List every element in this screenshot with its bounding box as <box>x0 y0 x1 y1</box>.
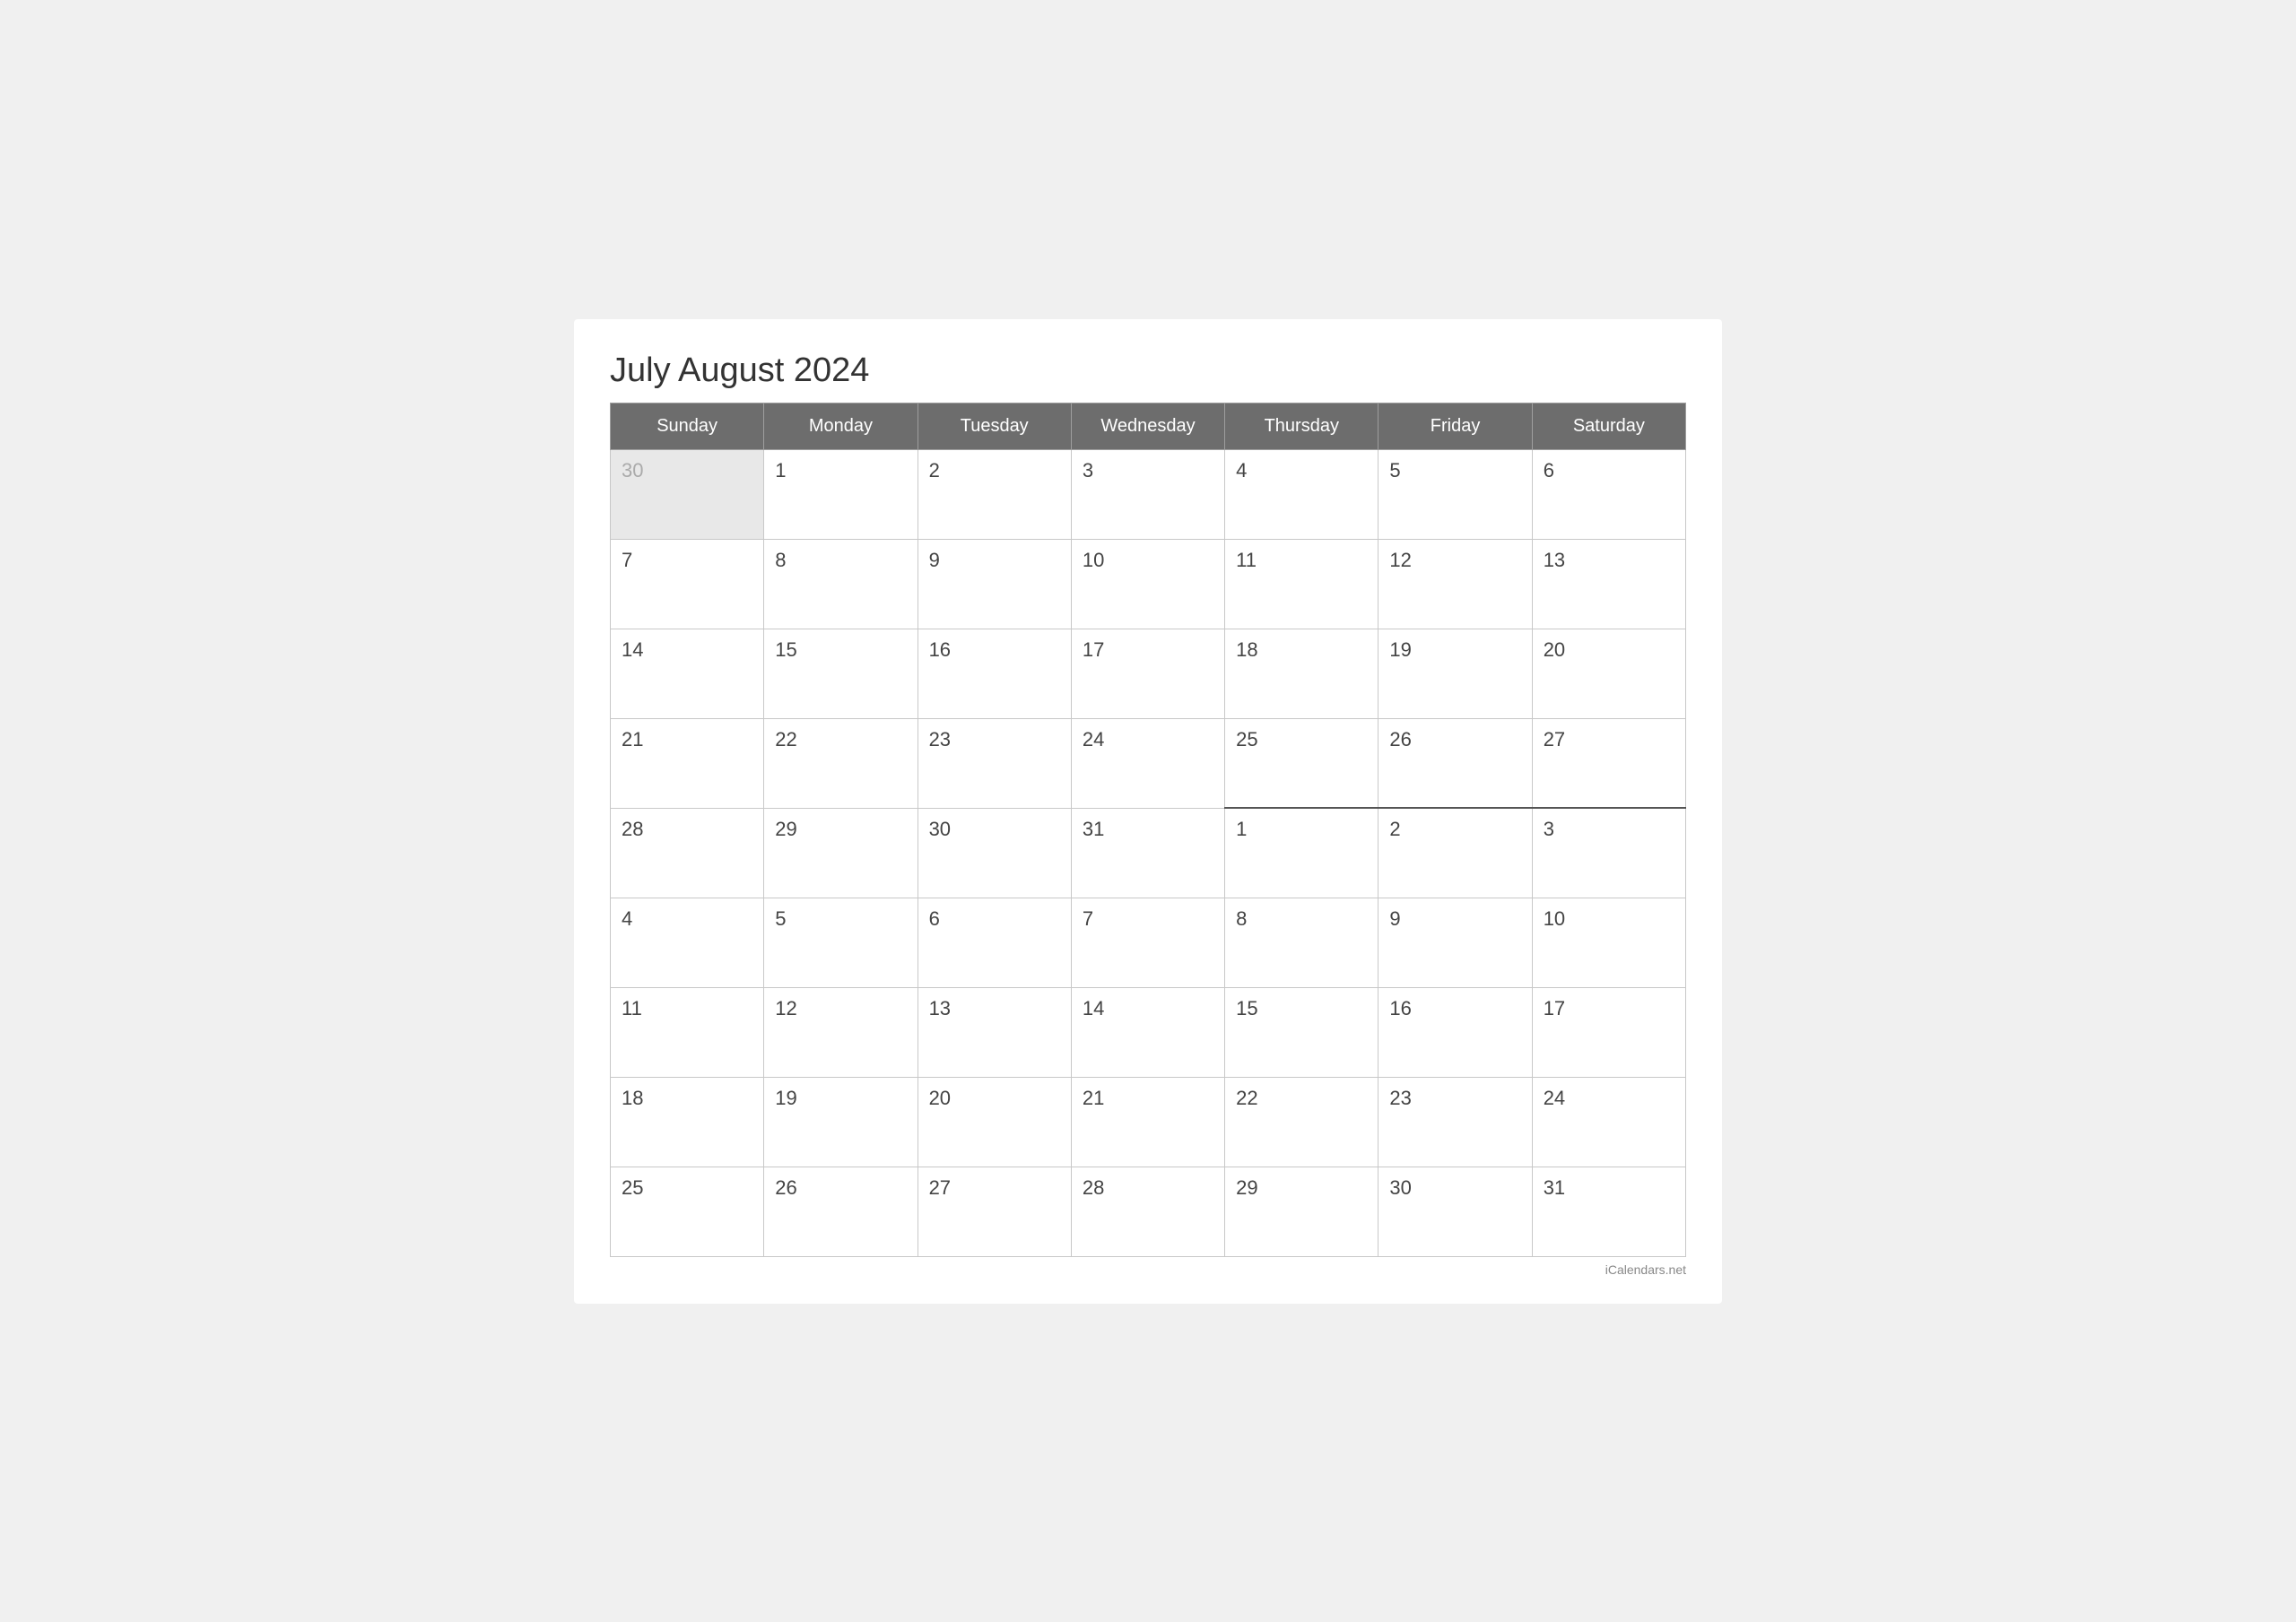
calendar-table: SundayMondayTuesdayWednesdayThursdayFrid… <box>610 403 1686 1257</box>
calendar-day-cell: 13 <box>1532 539 1685 629</box>
calendar-day-cell: 31 <box>1532 1167 1685 1256</box>
calendar-week-row: 11121314151617 <box>611 987 1686 1077</box>
calendar-day-cell: 17 <box>1532 987 1685 1077</box>
calendar-week-row: 18192021222324 <box>611 1077 1686 1167</box>
calendar-day-cell: 7 <box>611 539 764 629</box>
calendar-day-cell: 11 <box>1225 539 1378 629</box>
watermark: iCalendars.net <box>610 1262 1686 1277</box>
calendar-day-cell: 28 <box>611 808 764 898</box>
calendar-day-cell: 23 <box>918 718 1071 808</box>
header-cell-wednesday: Wednesday <box>1071 403 1224 449</box>
calendar-day-cell: 8 <box>1225 898 1378 987</box>
calendar-day-cell: 12 <box>1378 539 1532 629</box>
calendar-day-cell: 29 <box>764 808 918 898</box>
calendar-title: July August 2024 <box>610 351 1686 390</box>
calendar-day-cell: 30 <box>918 808 1071 898</box>
calendar-day-cell: 20 <box>918 1077 1071 1167</box>
calendar-week-row: 45678910 <box>611 898 1686 987</box>
calendar-week-row: 30123456 <box>611 449 1686 539</box>
calendar-day-cell: 6 <box>918 898 1071 987</box>
header-cell-monday: Monday <box>764 403 918 449</box>
header-cell-tuesday: Tuesday <box>918 403 1071 449</box>
calendar-day-cell: 9 <box>1378 898 1532 987</box>
calendar-day-cell: 16 <box>918 629 1071 718</box>
calendar-day-cell: 16 <box>1378 987 1532 1077</box>
calendar-day-cell: 22 <box>1225 1077 1378 1167</box>
calendar-day-cell: 1 <box>1225 808 1378 898</box>
calendar-day-cell: 7 <box>1071 898 1224 987</box>
calendar-week-row: 78910111213 <box>611 539 1686 629</box>
calendar-day-cell: 14 <box>611 629 764 718</box>
calendar-day-cell: 3 <box>1071 449 1224 539</box>
calendar-day-cell: 11 <box>611 987 764 1077</box>
calendar-day-cell: 14 <box>1071 987 1224 1077</box>
calendar-day-cell: 5 <box>1378 449 1532 539</box>
calendar-day-cell: 21 <box>611 718 764 808</box>
calendar-day-cell: 2 <box>918 449 1071 539</box>
header-cell-sunday: Sunday <box>611 403 764 449</box>
header-row: SundayMondayTuesdayWednesdayThursdayFrid… <box>611 403 1686 449</box>
calendar-day-cell: 4 <box>611 898 764 987</box>
calendar-day-cell: 31 <box>1071 808 1224 898</box>
calendar-day-cell: 30 <box>611 449 764 539</box>
calendar-day-cell: 24 <box>1532 1077 1685 1167</box>
calendar-week-row: 14151617181920 <box>611 629 1686 718</box>
calendar-day-cell: 23 <box>1378 1077 1532 1167</box>
calendar-day-cell: 21 <box>1071 1077 1224 1167</box>
calendar-day-cell: 8 <box>764 539 918 629</box>
calendar-day-cell: 4 <box>1225 449 1378 539</box>
calendar-day-cell: 19 <box>1378 629 1532 718</box>
calendar-day-cell: 17 <box>1071 629 1224 718</box>
calendar-body: 3012345678910111213141516171819202122232… <box>611 449 1686 1256</box>
calendar-container: July August 2024 SundayMondayTuesdayWedn… <box>574 319 1722 1304</box>
calendar-day-cell: 27 <box>918 1167 1071 1256</box>
calendar-day-cell: 29 <box>1225 1167 1378 1256</box>
calendar-day-cell: 9 <box>918 539 1071 629</box>
header-cell-friday: Friday <box>1378 403 1532 449</box>
calendar-day-cell: 28 <box>1071 1167 1224 1256</box>
calendar-day-cell: 13 <box>918 987 1071 1077</box>
calendar-day-cell: 15 <box>764 629 918 718</box>
calendar-day-cell: 19 <box>764 1077 918 1167</box>
calendar-day-cell: 18 <box>611 1077 764 1167</box>
calendar-day-cell: 24 <box>1071 718 1224 808</box>
calendar-week-row: 21222324252627 <box>611 718 1686 808</box>
calendar-day-cell: 30 <box>1378 1167 1532 1256</box>
calendar-day-cell: 3 <box>1532 808 1685 898</box>
calendar-day-cell: 18 <box>1225 629 1378 718</box>
calendar-week-row: 25262728293031 <box>611 1167 1686 1256</box>
calendar-header: SundayMondayTuesdayWednesdayThursdayFrid… <box>611 403 1686 449</box>
calendar-day-cell: 10 <box>1532 898 1685 987</box>
calendar-day-cell: 12 <box>764 987 918 1077</box>
calendar-day-cell: 26 <box>764 1167 918 1256</box>
calendar-day-cell: 20 <box>1532 629 1685 718</box>
calendar-day-cell: 22 <box>764 718 918 808</box>
calendar-week-row: 28293031123 <box>611 808 1686 898</box>
calendar-day-cell: 26 <box>1378 718 1532 808</box>
calendar-day-cell: 6 <box>1532 449 1685 539</box>
calendar-day-cell: 25 <box>611 1167 764 1256</box>
calendar-day-cell: 2 <box>1378 808 1532 898</box>
calendar-day-cell: 15 <box>1225 987 1378 1077</box>
calendar-day-cell: 10 <box>1071 539 1224 629</box>
calendar-day-cell: 5 <box>764 898 918 987</box>
calendar-day-cell: 27 <box>1532 718 1685 808</box>
calendar-day-cell: 25 <box>1225 718 1378 808</box>
header-cell-thursday: Thursday <box>1225 403 1378 449</box>
header-cell-saturday: Saturday <box>1532 403 1685 449</box>
calendar-day-cell: 1 <box>764 449 918 539</box>
